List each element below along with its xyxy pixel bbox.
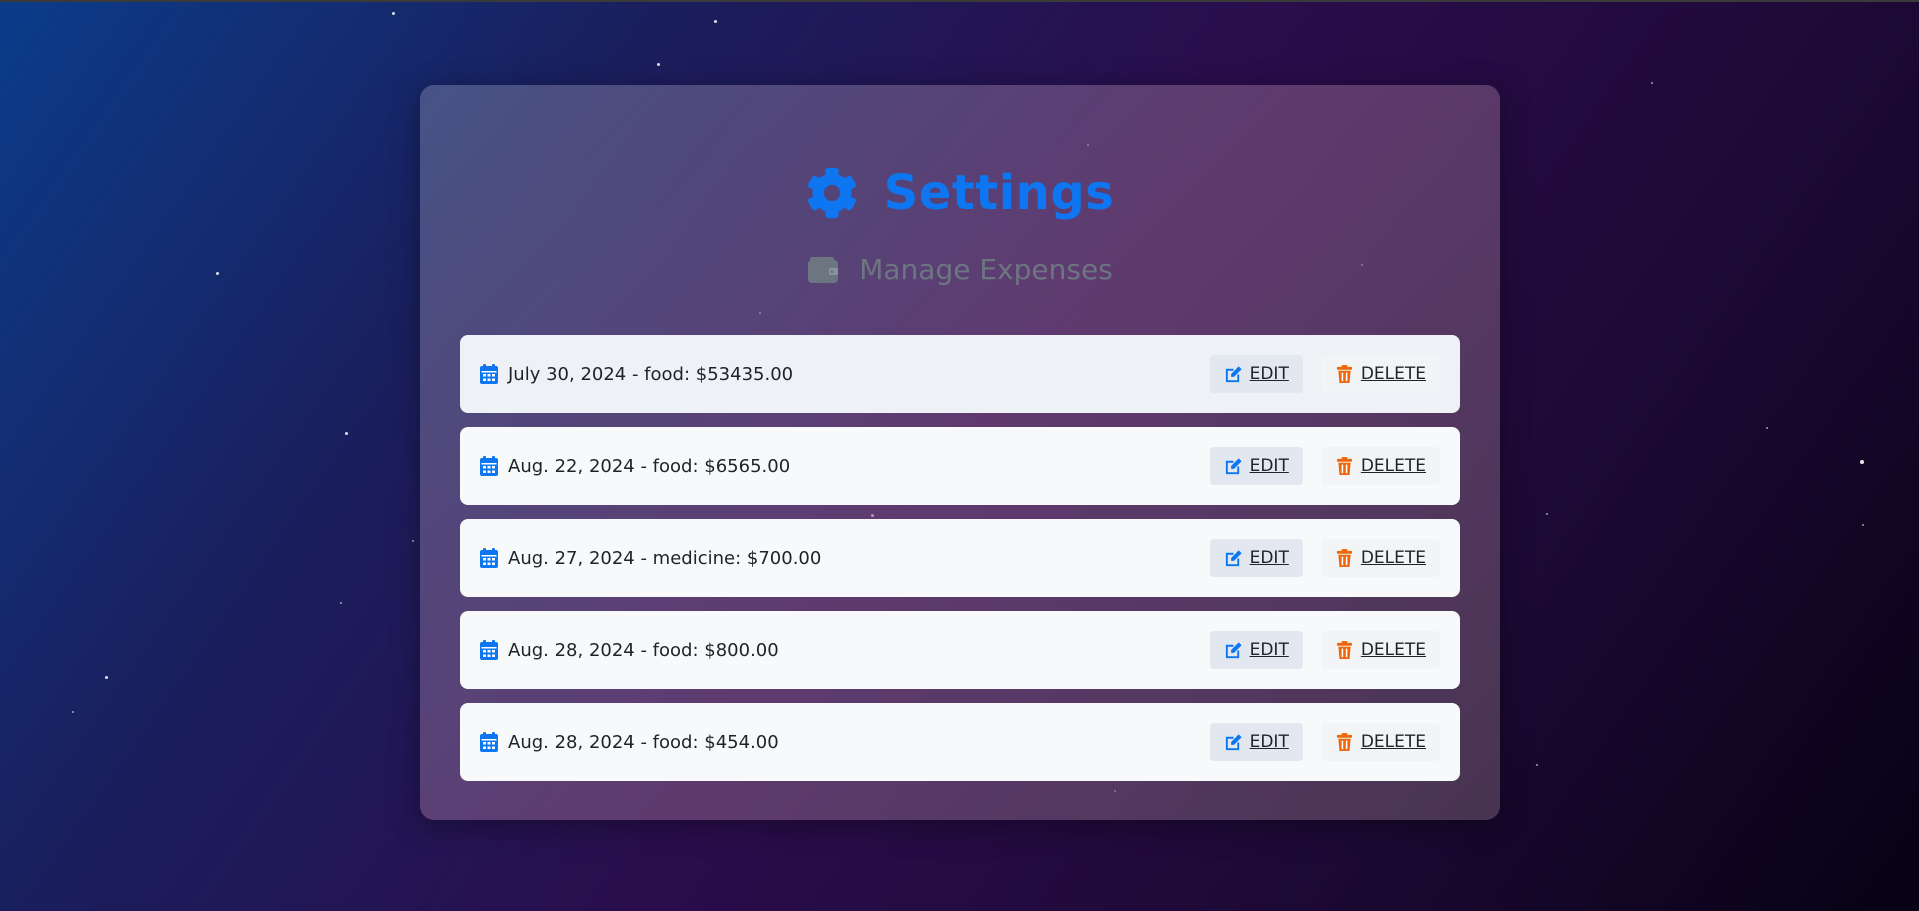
- calendar-icon: [480, 364, 498, 384]
- calendar-icon: [480, 456, 498, 476]
- expense-text: Aug. 28, 2024 - food: $454.00: [508, 731, 779, 753]
- delete-label: DELETE: [1360, 640, 1426, 660]
- edit-label: EDIT: [1249, 456, 1289, 476]
- expense-text: July 30, 2024 - food: $53435.00: [508, 363, 794, 385]
- delete-label: DELETE: [1360, 732, 1426, 752]
- edit-button[interactable]: EDIT: [1209, 631, 1303, 669]
- delete-button[interactable]: DELETE: [1320, 539, 1440, 577]
- expense-text: Aug. 27, 2024 - medicine: $700.00: [508, 547, 822, 569]
- delete-button[interactable]: DELETE: [1320, 447, 1440, 485]
- star-decoration: [1860, 460, 1864, 464]
- edit-button[interactable]: EDIT: [1209, 355, 1303, 393]
- calendar-icon: [480, 732, 498, 752]
- star-decoration: [392, 12, 395, 15]
- calendar-icon: [480, 548, 498, 568]
- edit-label: EDIT: [1249, 548, 1289, 568]
- star-decoration: [1546, 513, 1548, 515]
- edit-icon: [1225, 641, 1242, 658]
- page-header: Settings: [420, 165, 1500, 221]
- section-header: Manage Expenses: [420, 253, 1500, 286]
- star-decoration: [1766, 427, 1768, 429]
- trash-icon: [1336, 640, 1352, 659]
- star-decoration: [1862, 524, 1864, 526]
- expense-row: July 30, 2024 - food: $53435.00 EDIT DEL…: [460, 335, 1460, 413]
- delete-button[interactable]: DELETE: [1320, 631, 1440, 669]
- expense-row: Aug. 27, 2024 - medicine: $700.00 EDIT D…: [460, 519, 1460, 597]
- section-title: Manage Expenses: [859, 253, 1113, 286]
- star-decoration: [412, 540, 414, 542]
- edit-button[interactable]: EDIT: [1209, 723, 1303, 761]
- edit-icon: [1225, 549, 1242, 566]
- star-decoration: [105, 676, 108, 679]
- star-decoration: [345, 432, 348, 435]
- delete-label: DELETE: [1360, 456, 1426, 476]
- wallet-icon: [808, 256, 839, 283]
- page-title: Settings: [883, 165, 1115, 221]
- expense-text: Aug. 22, 2024 - food: $6565.00: [508, 455, 791, 477]
- expense-list: July 30, 2024 - food: $53435.00 EDIT DEL…: [460, 335, 1460, 795]
- edit-icon: [1225, 365, 1242, 382]
- gear-icon: [807, 167, 856, 219]
- trash-icon: [1336, 548, 1352, 567]
- edit-label: EDIT: [1249, 732, 1289, 752]
- star-decoration: [1651, 82, 1653, 84]
- edit-button[interactable]: EDIT: [1209, 447, 1303, 485]
- expense-text: Aug. 28, 2024 - food: $800.00: [508, 639, 779, 661]
- delete-label: DELETE: [1360, 364, 1426, 384]
- edit-icon: [1225, 733, 1242, 750]
- delete-button[interactable]: DELETE: [1320, 355, 1440, 393]
- edit-label: EDIT: [1249, 364, 1289, 384]
- edit-label: EDIT: [1249, 640, 1289, 660]
- star-decoration: [657, 63, 660, 66]
- delete-label: DELETE: [1360, 548, 1426, 568]
- trash-icon: [1336, 732, 1352, 751]
- star-decoration: [216, 272, 219, 275]
- star-decoration: [714, 20, 717, 23]
- edit-icon: [1225, 457, 1242, 474]
- star-decoration: [1536, 764, 1538, 766]
- star-decoration: [72, 711, 74, 713]
- trash-icon: [1336, 456, 1352, 475]
- settings-card: Settings Manage Expenses July 30, 2024 -…: [420, 85, 1500, 820]
- star-decoration: [340, 602, 342, 604]
- expense-row: Aug. 28, 2024 - food: $454.00 EDIT DELET…: [460, 703, 1460, 781]
- calendar-icon: [480, 640, 498, 660]
- delete-button[interactable]: DELETE: [1320, 723, 1440, 761]
- trash-icon: [1336, 364, 1352, 383]
- expense-row: Aug. 28, 2024 - food: $800.00 EDIT DELET…: [460, 611, 1460, 689]
- edit-button[interactable]: EDIT: [1209, 539, 1303, 577]
- expense-row: Aug. 22, 2024 - food: $6565.00 EDIT DELE…: [460, 427, 1460, 505]
